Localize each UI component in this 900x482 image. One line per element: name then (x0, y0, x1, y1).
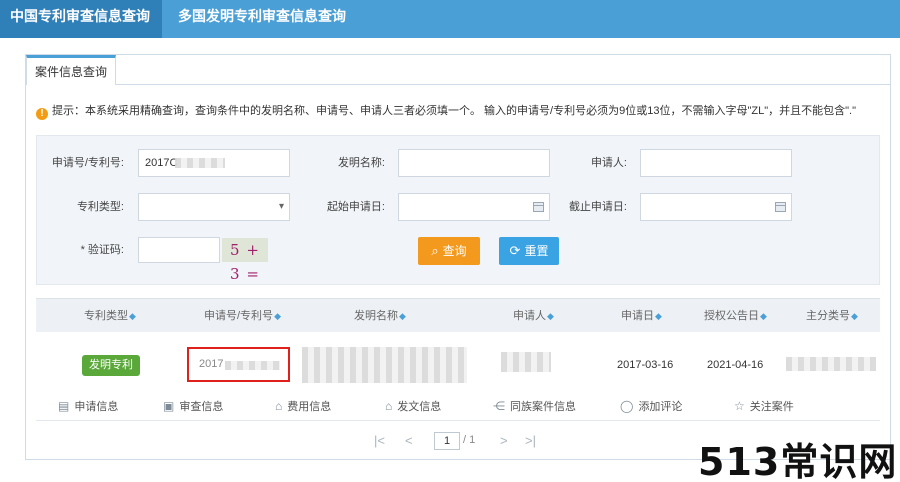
filing-date: 2017-03-16 (617, 359, 674, 371)
end-date-label: 截止申请日: (568, 201, 627, 213)
column-header-grant-date[interactable]: 授权公告日◆ (704, 299, 767, 333)
invention-name-label: 发明名称: (337, 157, 385, 169)
redacted-invention-name (302, 347, 467, 383)
action-fee-info[interactable]: ⌂ 费用信息 (275, 398, 331, 414)
sort-icon: ◆ (399, 311, 406, 321)
end-date-input[interactable] (640, 193, 792, 221)
tab-case-info-query[interactable]: 案件信息查询 (26, 55, 117, 85)
patent-type-select[interactable] (138, 193, 290, 221)
patent-type-label: 专利类型: (76, 201, 124, 213)
refresh-icon: ⟳ (509, 243, 521, 258)
column-header-filing-date[interactable]: 申请日◆ (621, 299, 662, 333)
column-header-type[interactable]: 专利类型◆ (84, 299, 136, 333)
reset-button-label: 重置 (524, 244, 549, 258)
captcha-input[interactable] (138, 237, 220, 263)
panel-tab-divider (26, 84, 890, 85)
applicant-input[interactable] (640, 149, 792, 177)
comment-icon: ◯ (620, 399, 634, 413)
sort-icon: ◆ (851, 311, 858, 321)
search-button-label: 查询 (442, 244, 467, 258)
column-header-classification[interactable]: 主分类号◆ (806, 299, 858, 333)
tab-china-patent-query[interactable]: 中国专利审查信息查询 (0, 0, 162, 38)
search-icon: ⌕ (431, 243, 439, 258)
reset-button[interactable]: ⟳ 重置 (499, 237, 559, 265)
last-page-button[interactable]: >| (525, 433, 536, 448)
invention-name-input[interactable] (398, 149, 550, 177)
result-app-no[interactable]: 2017 (199, 358, 223, 370)
redacted-app-no (175, 158, 225, 168)
patent-type-badge: 发明专利 (82, 355, 140, 376)
start-date-input[interactable] (398, 193, 550, 221)
image-icon: ▣ (163, 399, 175, 413)
watermark: 513常识网 (698, 440, 898, 482)
page-number-input[interactable]: 1 (434, 432, 460, 450)
highlight-box: 2017 (187, 347, 290, 382)
next-page-button[interactable]: > (500, 433, 508, 448)
redacted-app-no (225, 361, 280, 370)
action-family-cases[interactable]: ⋲ 同族案件信息 (493, 398, 576, 414)
row-divider (36, 420, 880, 421)
share-icon: ⋲ (493, 399, 505, 413)
page-total: / 1 (463, 434, 476, 446)
redacted-applicant (501, 352, 551, 372)
prev-page-button[interactable]: < (405, 433, 413, 448)
warning-icon: ! (36, 108, 48, 120)
action-dispatch-info[interactable]: ⌂ 发文信息 (385, 398, 441, 414)
first-page-button[interactable]: |< (374, 433, 385, 448)
action-add-comment[interactable]: ◯ 添加评论 (620, 398, 682, 414)
captcha-label: * 验证码: (80, 244, 124, 256)
search-button[interactable]: ⌕ 查询 (418, 237, 480, 265)
fee-icon: ⌂ (275, 399, 283, 413)
sort-icon: ◆ (274, 311, 281, 321)
sort-icon: ◆ (760, 311, 767, 321)
start-date-label: 起始申请日: (326, 201, 385, 213)
calendar-icon[interactable] (775, 202, 786, 212)
action-examination-info[interactable]: ▣ 审查信息 (163, 398, 223, 414)
applicant-label: 申请人: (590, 157, 627, 169)
sort-icon: ◆ (547, 311, 554, 321)
app-no-input[interactable]: 2017C (138, 149, 290, 177)
tip-text: 提示：本系统采用精确查询，查询条件中的发明名称、申请号、申请人三者必须填一个。 … (52, 105, 856, 117)
captcha-image[interactable]: 5 + 3 = (222, 238, 268, 283)
star-icon: ☆ (734, 399, 745, 413)
action-application-info[interactable]: ▤ 申请信息 (58, 398, 118, 414)
action-follow-case[interactable]: ☆ 关注案件 (734, 398, 794, 414)
top-nav-bar: 中国专利审查信息查询 多国发明专利审查信息查询 (0, 0, 900, 38)
column-header-applicant[interactable]: 申请人◆ (513, 299, 554, 333)
column-header-app-no[interactable]: 申请号/专利号◆ (204, 299, 281, 333)
document-icon: ▤ (58, 399, 70, 413)
app-no-value: 2017C (145, 157, 178, 169)
sort-icon: ◆ (655, 311, 662, 321)
redacted-classification (786, 357, 876, 371)
letter-icon: ⌂ (385, 399, 393, 413)
column-header-invention[interactable]: 发明名称◆ (354, 299, 406, 333)
tab-multinational-patent-query[interactable]: 多国发明专利审查信息查询 (168, 0, 356, 38)
sort-icon: ◆ (129, 311, 136, 321)
grant-date: 2021-04-16 (707, 359, 764, 371)
results-header: 专利类型◆ 申请号/专利号◆ 发明名称◆ 申请人◆ 申请日◆ 授权公告日◆ 主分… (36, 298, 880, 332)
app-no-label: 申请号/专利号: (51, 157, 124, 169)
search-tip: ! 提示：本系统采用精确查询，查询条件中的发明名称、申请号、申请人三者必须填一个。… (36, 102, 876, 120)
